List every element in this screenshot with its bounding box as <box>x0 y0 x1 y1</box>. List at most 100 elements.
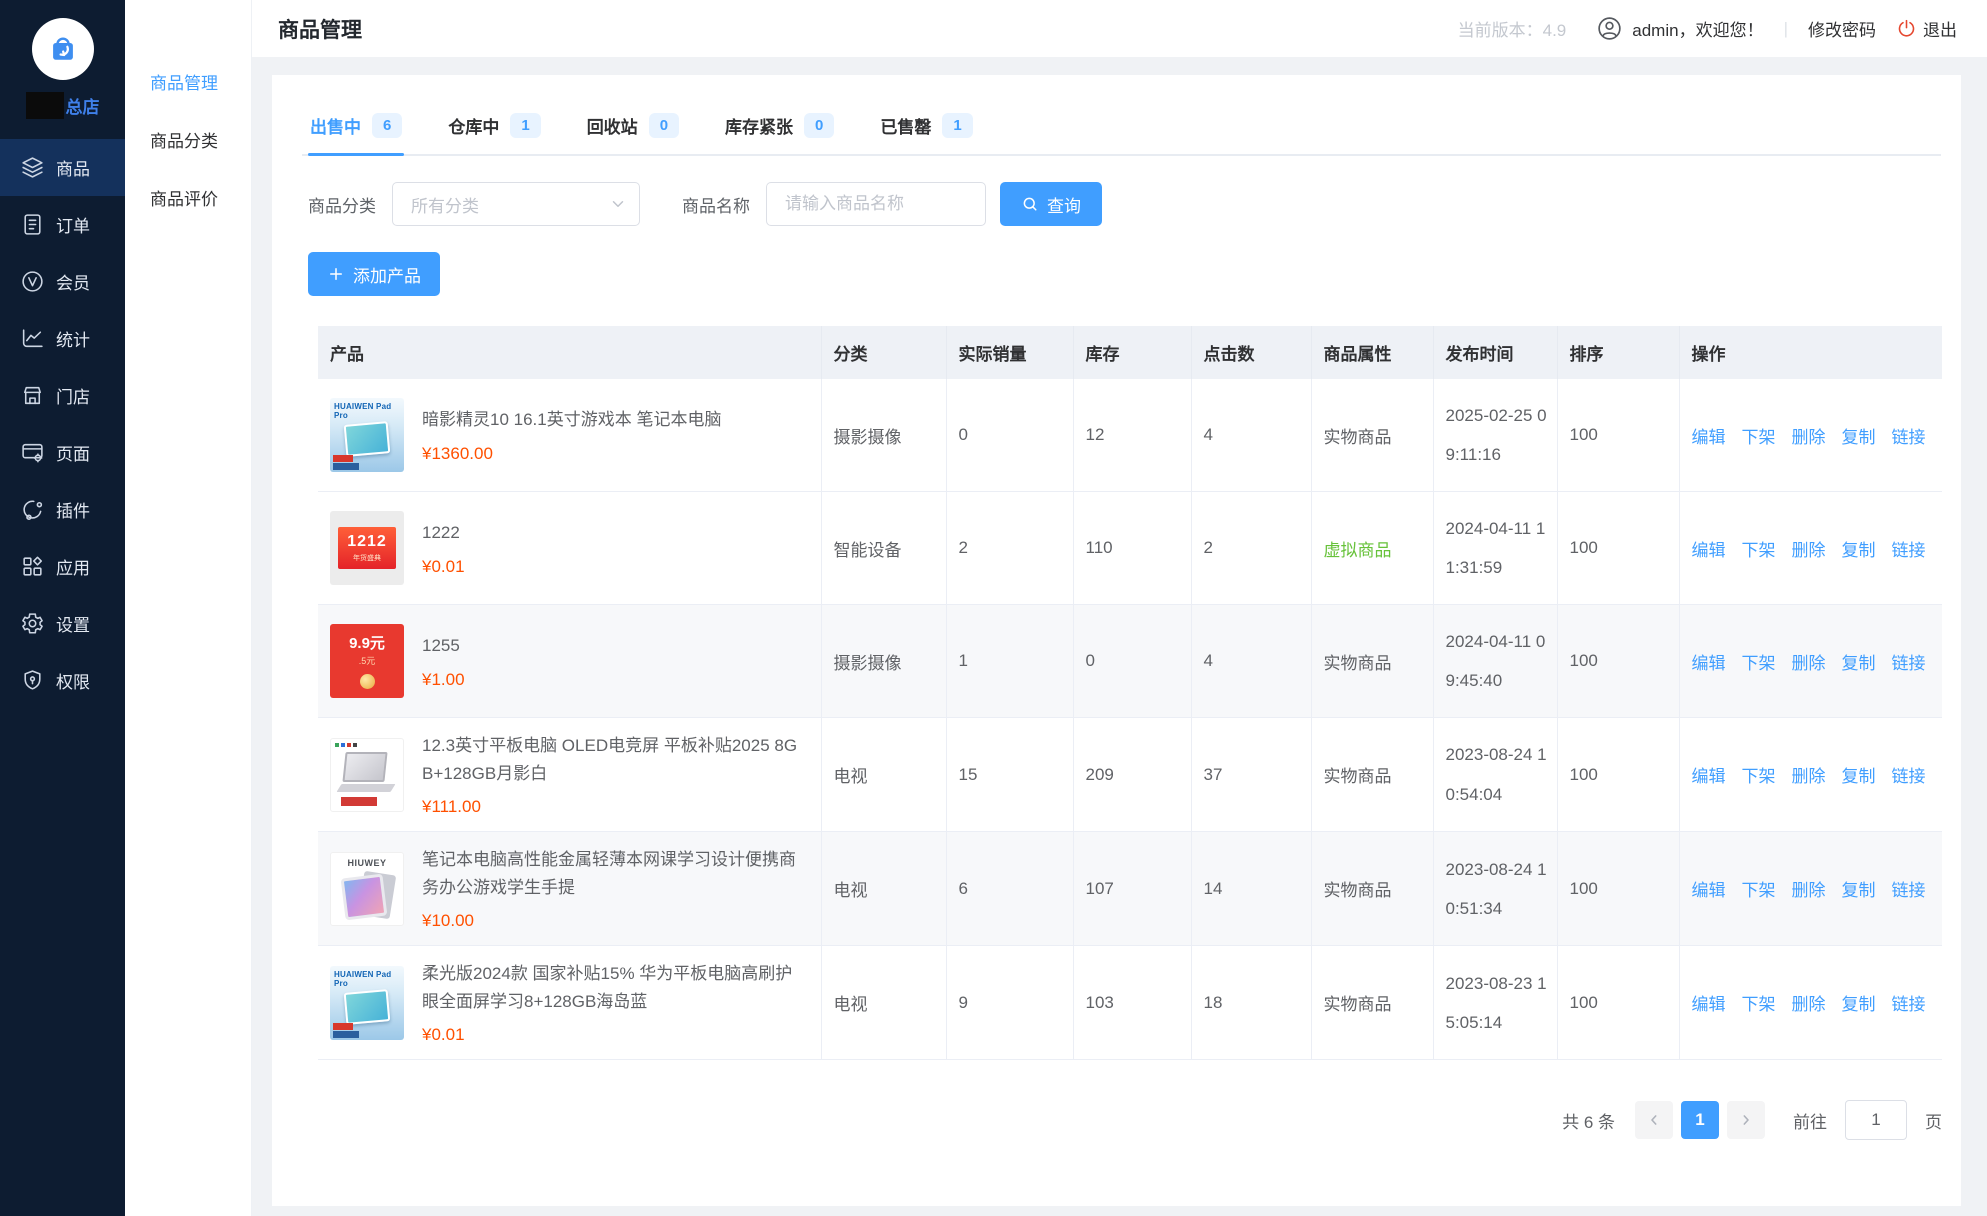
tab-sold-out[interactable]: 已售罄1 <box>878 105 974 154</box>
user-menu[interactable]: admin，欢迎您！ <box>1596 15 1763 42</box>
action-off-shelf[interactable]: 下架 <box>1742 541 1776 560</box>
tab-recycle-bin[interactable]: 回收站 0 <box>585 105 681 154</box>
product-attribute: 实物商品 <box>1311 605 1433 718</box>
product-operations: 编辑下架删除复制链接 <box>1679 492 1942 605</box>
sidebar-item-permissions[interactable]: 权限 <box>0 652 125 709</box>
sidebar-item-label: 应用 <box>56 554 90 579</box>
product-image: HUAIWEN Pad Pro <box>330 398 404 472</box>
action-edit[interactable]: 编辑 <box>1692 428 1726 447</box>
name-filter-label: 商品名称 <box>682 192 750 217</box>
action-copy[interactable]: 复制 <box>1842 541 1876 560</box>
sidebar-item-goods[interactable]: 商品 <box>0 139 125 196</box>
col-product: 产品 <box>318 326 821 379</box>
sidebar-item-label: 权限 <box>56 668 90 693</box>
sidebar-item-pages[interactable]: 页面 <box>0 424 125 481</box>
action-delete[interactable]: 删除 <box>1792 767 1826 786</box>
secondary-sidebar: 商品管理商品分类商品评价 <box>125 0 252 1216</box>
action-edit[interactable]: 编辑 <box>1692 654 1726 673</box>
chevron-right-icon <box>1738 1112 1754 1128</box>
product-cell: HIUWEY 笔记本电脑高性能金属轻薄本网课学习设计便携商务办公游戏学生手提 ¥… <box>318 832 821 946</box>
sidebar-item-statistics[interactable]: 统计 <box>0 310 125 367</box>
sidebar-item-label: 统计 <box>56 326 90 351</box>
product-attribute: 实物商品 <box>1311 946 1433 1060</box>
category-select[interactable]: 所有分类 <box>392 182 640 226</box>
action-copy[interactable]: 复制 <box>1842 428 1876 447</box>
search-button[interactable]: 查询 <box>1000 182 1102 226</box>
tab-label: 回收站 <box>587 113 638 138</box>
sidebar-item-apps[interactable]: 应用 <box>0 538 125 595</box>
submenu-item-goods-management[interactable]: 商品管理 <box>125 52 251 110</box>
goto-label: 前往 <box>1793 1108 1827 1133</box>
next-page-button[interactable] <box>1727 1101 1765 1139</box>
change-password-link[interactable]: 修改密码 <box>1808 16 1876 41</box>
product-price: ¥10.00 <box>422 911 809 931</box>
action-delete[interactable]: 删除 <box>1792 541 1826 560</box>
table-row: HUAIWEN Pad Pro 暗影精灵10 16.1英寸游戏本 笔记本电脑 ¥… <box>318 379 1942 492</box>
product-clicks: 4 <box>1191 379 1311 492</box>
action-link[interactable]: 链接 <box>1892 995 1926 1014</box>
prev-page-button[interactable] <box>1635 1101 1673 1139</box>
col-sales: 实际销量 <box>946 326 1073 379</box>
search-icon <box>1021 195 1039 213</box>
tab-count-badge: 0 <box>649 113 679 138</box>
action-copy[interactable]: 复制 <box>1842 654 1876 673</box>
sidebar-item-settings[interactable]: 设置 <box>0 595 125 652</box>
action-link[interactable]: 链接 <box>1892 881 1926 900</box>
sidebar-item-stores[interactable]: 门店 <box>0 367 125 424</box>
action-off-shelf[interactable]: 下架 <box>1742 995 1776 1014</box>
page-number-button[interactable]: 1 <box>1681 1101 1719 1139</box>
tab-low-stock[interactable]: 库存紧张0 <box>723 105 836 154</box>
sidebar-item-members[interactable]: 会员 <box>0 253 125 310</box>
action-link[interactable]: 链接 <box>1892 428 1926 447</box>
action-copy[interactable]: 复制 <box>1842 995 1876 1014</box>
topbar: 商品管理 当前版本：4.9 admin，欢迎您！ | 修改密码 <box>252 0 1987 57</box>
action-off-shelf[interactable]: 下架 <box>1742 654 1776 673</box>
product-operations: 编辑下架删除复制链接 <box>1679 832 1942 946</box>
action-copy[interactable]: 复制 <box>1842 881 1876 900</box>
page-unit-label: 页 <box>1925 1108 1942 1133</box>
add-product-button[interactable]: 添加产品 <box>308 252 440 296</box>
product-sales: 1 <box>946 605 1073 718</box>
action-delete[interactable]: 删除 <box>1792 881 1826 900</box>
action-link[interactable]: 链接 <box>1892 541 1926 560</box>
action-link[interactable]: 链接 <box>1892 767 1926 786</box>
action-off-shelf[interactable]: 下架 <box>1742 881 1776 900</box>
action-edit[interactable]: 编辑 <box>1692 541 1726 560</box>
submenu-item-goods-categories[interactable]: 商品分类 <box>125 110 251 168</box>
action-copy[interactable]: 复制 <box>1842 767 1876 786</box>
sidebar-item-plugins[interactable]: 插件 <box>0 481 125 538</box>
app-root: 总店 商品订单会员统计门店页面插件应用设置权限 商品管理商品分类商品评价 商品管… <box>0 0 1987 1216</box>
category-select-value: 所有分类 <box>411 192 479 217</box>
tab-on-sale[interactable]: 出售中6 <box>308 105 404 154</box>
product-attribute: 实物商品 <box>1311 832 1433 946</box>
product-image: HIUWEY <box>330 852 404 926</box>
submenu-item-goods-reviews[interactable]: 商品评价 <box>125 168 251 226</box>
product-table-wrap: 产品分类实际销量库存点击数商品属性发布时间排序操作 HUAIWEN Pad Pr… <box>302 326 1941 1060</box>
col-clicks: 点击数 <box>1191 326 1311 379</box>
product-clicks: 14 <box>1191 832 1311 946</box>
product-attribute: 实物商品 <box>1311 379 1433 492</box>
product-sales: 15 <box>946 718 1073 832</box>
action-off-shelf[interactable]: 下架 <box>1742 767 1776 786</box>
version-label: 当前版本：4.9 <box>1458 16 1567 41</box>
logout-button[interactable]: 退出 <box>1896 16 1957 41</box>
action-delete[interactable]: 删除 <box>1792 654 1826 673</box>
action-delete[interactable]: 删除 <box>1792 995 1826 1014</box>
col-attribute: 商品属性 <box>1311 326 1433 379</box>
action-off-shelf[interactable]: 下架 <box>1742 428 1776 447</box>
product-title: 1222 <box>422 519 807 547</box>
table-row: HIUWEY 笔记本电脑高性能金属轻薄本网课学习设计便携商务办公游戏学生手提 ¥… <box>318 832 1942 946</box>
action-link[interactable]: 链接 <box>1892 654 1926 673</box>
goto-page-input[interactable] <box>1845 1100 1907 1140</box>
product-name-input[interactable] <box>766 182 986 226</box>
user-avatar-icon <box>1596 15 1623 42</box>
action-edit[interactable]: 编辑 <box>1692 767 1726 786</box>
sidebar-item-label: 设置 <box>56 611 90 636</box>
topbar-divider: | <box>1784 19 1788 39</box>
product-published-time: 2024-04-11 09:45:40 <box>1433 605 1557 718</box>
sidebar-item-orders[interactable]: 订单 <box>0 196 125 253</box>
action-edit[interactable]: 编辑 <box>1692 881 1726 900</box>
action-delete[interactable]: 删除 <box>1792 428 1826 447</box>
action-edit[interactable]: 编辑 <box>1692 995 1726 1014</box>
tab-in-warehouse[interactable]: 仓库中1 <box>446 105 542 154</box>
